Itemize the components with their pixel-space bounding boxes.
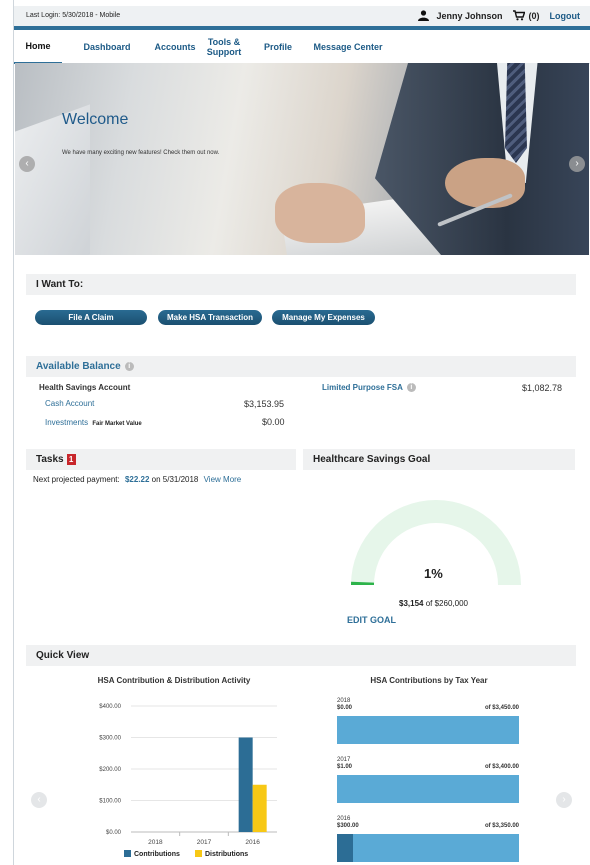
contribution-distribution-chart: $0.00 $100.00 $200.00 $300.00 $400.00 2018 201… [99, 704, 277, 858]
legend-label: Distributions [205, 851, 248, 858]
last-login-text: Last Login: 5/30/2018 - Mobile [26, 12, 121, 19]
tax-year-limit: of $3,400.00 [484, 764, 519, 770]
tasks-title: Tasks [36, 454, 64, 465]
savings-goal-header: Healthcare Savings Goal [303, 449, 575, 470]
cash-account-value: $3,153.95 [244, 399, 285, 409]
tax-year-amount: $300.00 [337, 823, 359, 829]
nav-dashboard[interactable]: Dashboard [72, 30, 142, 64]
carousel-next-icon[interactable]: › [569, 156, 585, 172]
x-tick-label: 2016 [245, 839, 260, 846]
tasks-header: Tasks 1 [26, 449, 296, 470]
hero-hand-shape [445, 158, 525, 208]
edit-goal-link[interactable]: EDIT GOAL [347, 615, 396, 625]
page-frame: Last Login: 5/30/2018 - Mobile Jenny Joh… [13, 0, 590, 865]
goal-percent: 1% [424, 566, 443, 581]
y-tick-label: $100.00 [99, 799, 121, 805]
top-bar: Last Login: 5/30/2018 - Mobile Jenny Joh… [14, 6, 590, 26]
i-want-to-header: I Want To: [26, 274, 576, 295]
logout-link[interactable]: Logout [550, 11, 581, 21]
fair-market-value-label: Fair Market Value [92, 421, 142, 427]
lpfsa-label: Limited Purpose FSA [322, 383, 403, 392]
tax-year-chart-title: HSA Contributions by Tax Year [370, 676, 488, 685]
tax-year-contribution-fill [337, 834, 353, 862]
quick-view-next-icon[interactable]: › [556, 792, 572, 808]
tax-year-label: 2017 [337, 757, 351, 763]
nav-home[interactable]: Home [14, 30, 62, 64]
quick-view-header: Quick View [26, 645, 576, 666]
x-tick-label: 2017 [197, 839, 212, 846]
legend-label: Contributions [134, 851, 180, 858]
tax-year-amount: $0.00 [337, 705, 353, 711]
hero-hand-shape [275, 183, 365, 243]
tax-year-chart: 2018 $0.00 of $3,450.00 2017 $1.00 of $3,400.… [337, 698, 519, 865]
hero-carousel: Welcome We have many exciting new featur… [15, 63, 589, 255]
hero-subtitle: We have many exciting new features! Chec… [62, 150, 220, 156]
cart-count[interactable]: (0) [529, 11, 540, 21]
cart-icon[interactable] [512, 10, 525, 21]
hsa-label: Health Savings Account [39, 383, 131, 392]
tax-year-amount: $1.00 [337, 764, 353, 770]
goal-amount-row: $3,154 of $260,000 [399, 599, 468, 608]
nav-message-center[interactable]: Message Center [308, 30, 388, 64]
available-balance-header: Available Balance i [26, 356, 576, 377]
y-tick-label: $200.00 [99, 767, 121, 773]
goal-saved: $3,154 [399, 599, 424, 608]
next-payment-label: Next projected payment: [33, 475, 120, 484]
manage-expenses-button[interactable]: Manage My Expenses [272, 310, 375, 325]
info-icon[interactable]: i [124, 361, 134, 371]
nav-tools-support[interactable]: Tools & Support [199, 30, 249, 64]
nav-profile[interactable]: Profile [258, 30, 298, 64]
lpfsa-value: $1,082.78 [522, 383, 563, 393]
next-payment-row: Next projected payment: $22.22 on 5/31/2… [33, 475, 241, 484]
carousel-prev-icon[interactable]: ‹ [19, 156, 35, 172]
contribution-bar [238, 737, 253, 832]
legend-swatch [195, 850, 202, 857]
tax-year-bar [337, 716, 519, 744]
legend-swatch [124, 850, 131, 857]
hero-title: Welcome [62, 111, 129, 128]
info-icon[interactable]: i [406, 383, 416, 393]
tax-year-limit: of $3,450.00 [484, 705, 519, 711]
user-icon [418, 10, 430, 21]
file-claim-button[interactable]: File A Claim [35, 310, 147, 325]
goal-target: of $260,000 [425, 599, 468, 608]
limited-purpose-fsa-link[interactable]: Limited Purpose FSA i [322, 383, 416, 393]
main-nav: Home Dashboard Accounts Tools & Support … [14, 26, 590, 64]
tax-year-label: 2018 [337, 698, 351, 704]
distribution-bar [252, 784, 267, 832]
quick-view-prev-icon[interactable]: ‹ [31, 792, 47, 808]
contribution-chart-title: HSA Contribution & Distribution Activity [97, 676, 251, 685]
user-area: Jenny Johnson (0) Logout [418, 10, 580, 21]
tax-year-bar [337, 775, 519, 803]
next-payment-amount: $22.22 [124, 475, 150, 484]
next-payment-date: on 5/31/2018 [151, 475, 199, 484]
tax-year-bar [337, 834, 519, 862]
x-tick-label: 2018 [148, 839, 163, 846]
tax-year-label: 2016 [337, 816, 351, 822]
user-name[interactable]: Jenny Johnson [436, 11, 502, 21]
available-balance-title: Available Balance [36, 361, 121, 372]
investments-value: $0.00 [262, 417, 285, 427]
hero-tie-shape [505, 63, 527, 163]
investments-link[interactable]: Investments [45, 418, 88, 427]
tax-year-limit: of $3,350.00 [484, 823, 519, 829]
view-more-link[interactable]: View More [204, 475, 242, 484]
hsa-transaction-button[interactable]: Make HSA Transaction [158, 310, 262, 325]
tasks-count-badge[interactable]: 1 [66, 453, 76, 465]
investments-row: Investments Fair Market Value [45, 418, 142, 427]
y-tick-label: $400.00 [99, 704, 121, 710]
y-tick-label: $0.00 [106, 830, 122, 836]
cash-account-link[interactable]: Cash Account [45, 399, 94, 408]
y-tick-label: $300.00 [99, 736, 121, 742]
